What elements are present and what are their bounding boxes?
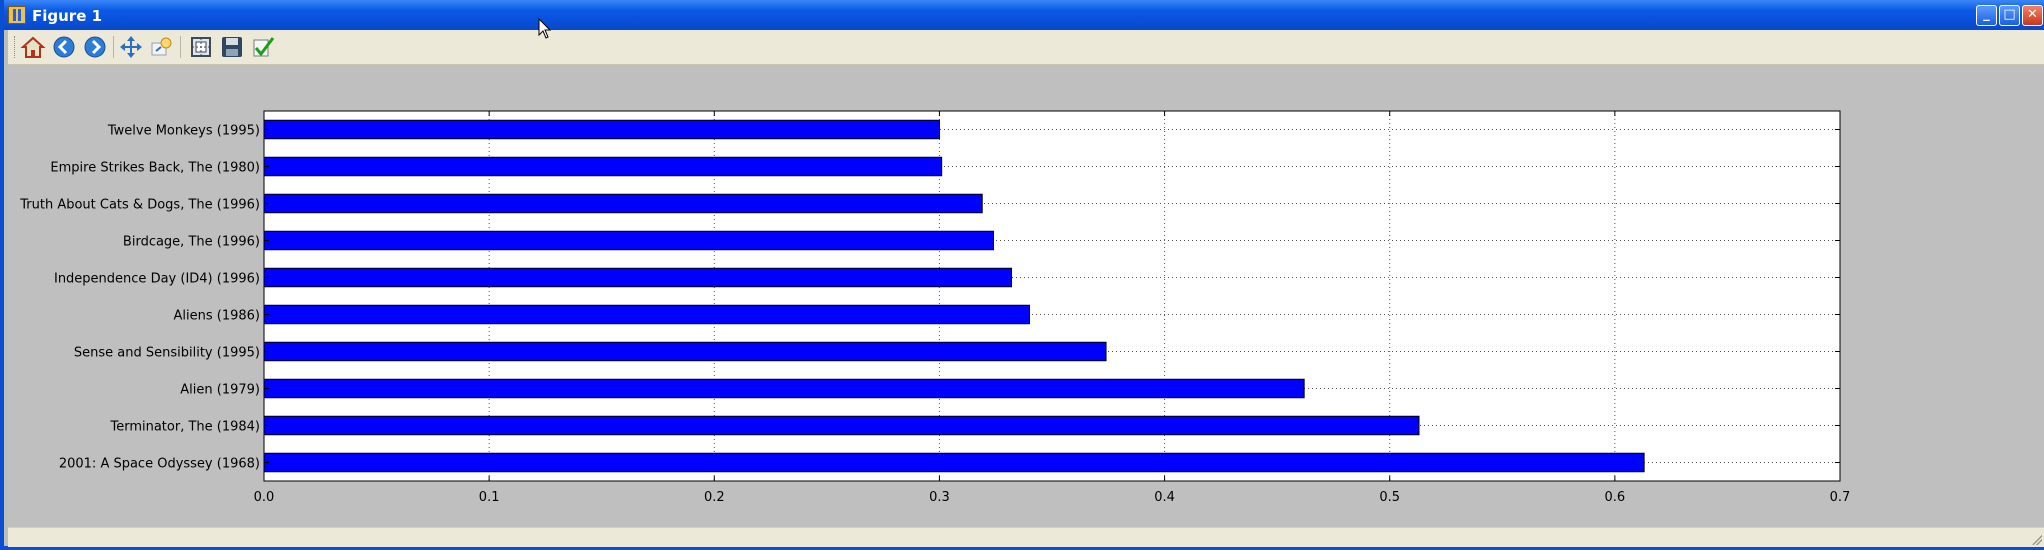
window-title: Figure 1 (32, 7, 103, 25)
title-bar[interactable]: Figure 1 _ □ ✕ (4, 0, 2044, 30)
toolbar-separator (180, 36, 181, 58)
back-button[interactable] (51, 34, 77, 60)
bar (263, 378, 1305, 399)
x-tick-label: 0.1 (479, 490, 500, 505)
save-button[interactable] (219, 34, 245, 60)
toolbar-separator (113, 36, 114, 58)
maximize-button[interactable]: □ (1999, 5, 2020, 26)
pan-icon (120, 36, 142, 58)
x-tick-label: 0.5 (1379, 490, 1400, 505)
y-tick-label: Independence Day (ID4) (1996) (54, 272, 260, 287)
y-tick-label: Aliens (1986) (174, 309, 261, 324)
forward-button[interactable] (82, 34, 108, 60)
y-tick-label: 2001: A Space Odyssey (1968) (59, 457, 260, 472)
bar (263, 341, 1107, 362)
minimize-button[interactable]: _ (1976, 5, 1997, 26)
bar-chart: 0.0 0.1 0.2 0.3 0.4 0.5 0.6 0.7 2001: A Space Od… (19, 110, 1851, 505)
y-tick-label: Twelve Monkeys (1995) (107, 124, 260, 139)
pan-button[interactable] (118, 34, 144, 60)
y-tick-label: Truth About Cats & Dogs, The (1996) (19, 198, 260, 213)
bar (263, 119, 940, 140)
bar (263, 156, 943, 177)
figure-window: Figure 1 _ □ ✕ 0.0 0.1 0.2 0.3 0.4 0.5 0… (0, 0, 2044, 550)
bar (263, 230, 994, 251)
x-tick-label: 0.4 (1154, 490, 1175, 505)
navigation-toolbar (8, 30, 2044, 65)
edit-button[interactable] (250, 34, 276, 60)
close-button[interactable]: ✕ (2022, 5, 2043, 26)
zoom-button[interactable] (149, 34, 175, 60)
y-tick-label: Alien (1979) (180, 383, 260, 398)
bar (263, 267, 1012, 288)
y-tick-label: Terminator, The (1984) (109, 420, 260, 435)
figure-canvas[interactable]: 0.0 0.1 0.2 0.3 0.4 0.5 0.6 0.7 2001: A Space Od… (8, 65, 2044, 527)
x-tick-label: 0.7 (1830, 490, 1851, 505)
bar (263, 452, 1645, 473)
bar (263, 415, 1420, 436)
toolbar-grip[interactable] (14, 36, 18, 58)
y-tick-label: Birdcage, The (1996) (123, 235, 260, 250)
y-tick-label: Empire Strikes Back, The (1980) (50, 161, 260, 176)
home-button[interactable] (20, 34, 46, 60)
save-icon (222, 37, 242, 57)
back-icon (53, 36, 75, 58)
y-tick-label: Sense and Sensibility (1995) (74, 346, 260, 361)
forward-icon (84, 36, 106, 58)
home-icon (20, 36, 46, 58)
x-tick-label: 0.2 (704, 490, 725, 505)
zoom-icon (151, 37, 172, 56)
app-icon (8, 6, 26, 24)
x-tick-label: 0.0 (254, 490, 275, 505)
x-tick-label: 0.6 (1605, 490, 1626, 505)
status-bar (8, 527, 2044, 547)
subplots-icon (191, 37, 211, 57)
resize-grip[interactable] (2032, 535, 2042, 545)
edit-check-icon (253, 37, 275, 57)
bar (263, 304, 1030, 325)
bar (263, 193, 983, 214)
mouse-cursor-icon (538, 18, 552, 39)
x-tick-label: 0.3 (929, 490, 950, 505)
subplots-button[interactable] (188, 34, 214, 60)
